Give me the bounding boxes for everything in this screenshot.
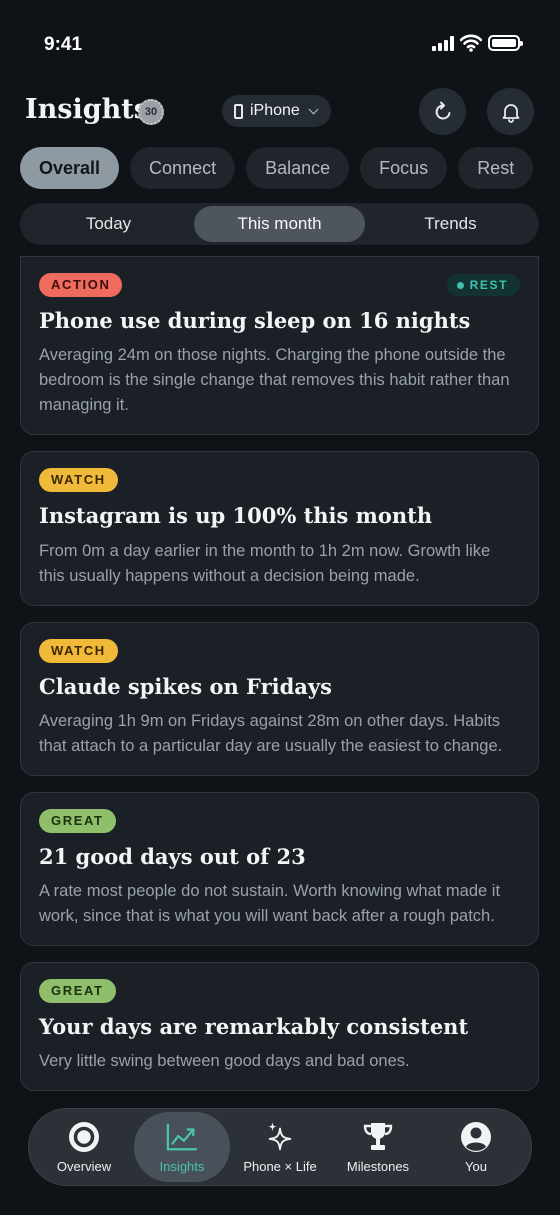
insight-title: 21 good days out of 23 xyxy=(39,843,306,869)
category-chip-connect[interactable]: Connect xyxy=(130,147,236,189)
tab-label: You xyxy=(465,1158,487,1174)
person-icon xyxy=(460,1121,492,1153)
chevron-down-icon xyxy=(308,104,319,114)
cellular-signal-icon xyxy=(432,35,454,51)
page-title: Insights xyxy=(25,94,149,125)
streak-badge[interactable]: 30 xyxy=(138,99,164,125)
insight-body: From 0m a day earlier in the month to 1h… xyxy=(39,541,491,585)
tab-phone-life[interactable]: Phone × Life xyxy=(232,1112,328,1182)
insight-body: Averaging 1h 9m on Fridays against 28m o… xyxy=(39,711,503,755)
tab-overview[interactable]: Overview xyxy=(36,1112,132,1182)
category-chip-overall[interactable]: Overall xyxy=(20,147,120,189)
severity-badge: WATCH xyxy=(39,638,118,663)
severity-badge: ACTION xyxy=(39,273,123,297)
dot-icon xyxy=(456,281,464,289)
insight-body: A rate most people do not sustain. Worth… xyxy=(39,882,501,925)
device-selector-label: iPhone xyxy=(250,102,300,119)
circle-ring-icon xyxy=(68,1121,100,1153)
wifi-icon xyxy=(460,34,482,52)
trophy-icon xyxy=(362,1121,394,1153)
refresh-button[interactable] xyxy=(419,88,466,135)
insight-title: Phone use during sleep on 16 nights xyxy=(39,308,471,333)
insight-card[interactable]: WATCH Claude spikes on Fridays Averaging 1… xyxy=(20,621,539,776)
refresh-icon xyxy=(435,101,450,119)
insight-body: Very little swing between good days and … xyxy=(39,1052,410,1071)
insights-feed[interactable]: ACTION REST Phone use during sleep on 16 n… xyxy=(20,256,539,1108)
tab-label: Phone × Life xyxy=(243,1158,317,1174)
domain-badge: REST xyxy=(446,274,520,296)
tab-milestones[interactable]: Milestones xyxy=(330,1112,426,1182)
insight-card[interactable]: WATCH Instagram is up 100% this month From… xyxy=(20,451,539,606)
status-bar: 9:41 xyxy=(0,0,560,90)
domain-badge-label: REST xyxy=(469,278,508,292)
severity-badge: GREAT xyxy=(39,979,116,1003)
category-chip-rest[interactable]: Rest xyxy=(458,147,534,189)
insight-title: Claude spikes on Fridays xyxy=(39,673,332,699)
category-chip-focus[interactable]: Focus xyxy=(360,147,448,189)
insight-title: Instagram is up 100% this month xyxy=(39,503,433,529)
status-icons xyxy=(432,34,523,52)
insight-card[interactable]: ACTION REST Phone use during sleep on 16 n… xyxy=(20,256,539,436)
tab-label: Overview xyxy=(56,1158,112,1174)
tab-insights[interactable]: Insights xyxy=(134,1112,230,1182)
severity-badge: WATCH xyxy=(39,468,118,493)
status-time: 9:41 xyxy=(44,34,83,55)
notifications-button[interactable] xyxy=(487,88,534,135)
period-tab-today[interactable]: Today xyxy=(23,206,194,242)
phone-icon xyxy=(234,103,243,119)
battery-icon xyxy=(488,35,523,51)
category-chip-balance[interactable]: Balance xyxy=(246,147,350,189)
period-segmented-control: Today This month Trends xyxy=(20,203,539,245)
page-header: Insights 30 iPhone xyxy=(0,88,560,135)
severity-badge: GREAT xyxy=(39,808,116,833)
insight-body: Averaging 24m on those nights. Charging … xyxy=(39,346,510,415)
category-chips: Overall Connect Balance Focus Rest xyxy=(20,147,534,189)
bell-icon xyxy=(502,103,519,123)
insight-card[interactable]: GREAT 21 good days out of 23 A rate most p… xyxy=(20,791,539,946)
tab-label: Milestones xyxy=(346,1158,410,1174)
tab-you[interactable]: You xyxy=(428,1112,524,1182)
tab-bar: Overview Insights Phone × Life Milestones Yo… xyxy=(28,1108,532,1186)
insight-title: Your days are remarkably consistent xyxy=(39,1014,469,1039)
period-tab-this-month[interactable]: This month xyxy=(194,206,365,242)
device-selector[interactable]: iPhone xyxy=(222,95,331,127)
tab-label: Insights xyxy=(159,1158,205,1174)
insight-card[interactable]: GREAT Your days are remarkably consistent… xyxy=(20,962,539,1092)
sparkle-icon xyxy=(264,1121,296,1153)
period-tab-trends[interactable]: Trends xyxy=(365,206,536,242)
trend-chart-icon xyxy=(166,1121,198,1153)
